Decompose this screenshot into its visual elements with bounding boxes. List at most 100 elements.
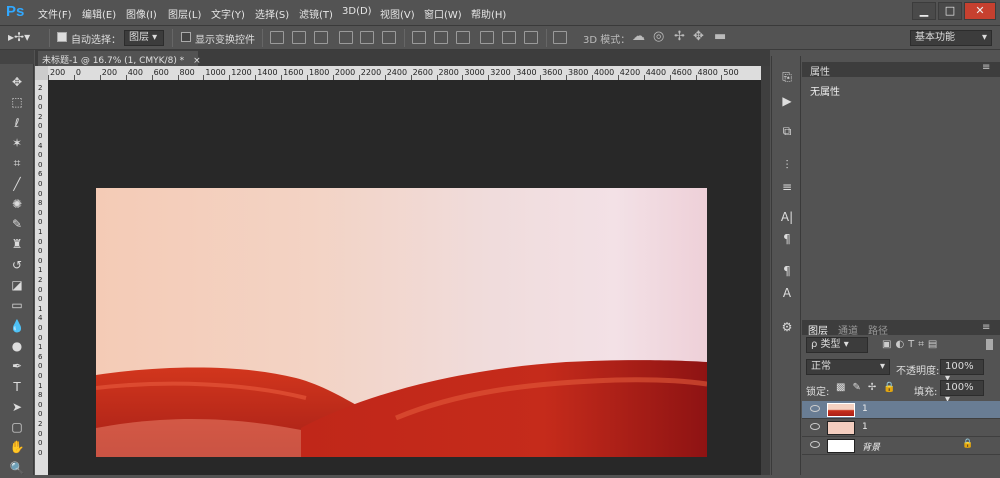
align-top-icon[interactable]: [270, 31, 284, 44]
gradient-tool-icon[interactable]: ▭: [5, 296, 29, 315]
crop-tool-icon[interactable]: ⌗: [5, 154, 29, 173]
menu-view[interactable]: 视图(V): [380, 6, 415, 21]
path-selection-tool-icon[interactable]: ➤: [5, 398, 29, 417]
brush-panel-icon[interactable]: ⫶: [776, 156, 798, 174]
healing-tool-icon[interactable]: ✺: [5, 195, 29, 214]
paragraph-panel-icon[interactable]: ¶: [776, 230, 798, 248]
brush-tool-icon[interactable]: ✎: [5, 215, 29, 234]
character-panel-icon[interactable]: A|: [776, 208, 798, 226]
layer-filter-icons[interactable]: ▣◐T⌗▤: [882, 339, 941, 350]
auto-select-dropdown[interactable]: 图层 ▾: [124, 30, 164, 46]
3d-scale-icon[interactable]: ▬: [714, 29, 726, 44]
workspace-dropdown[interactable]: 基本功能 ▾: [910, 30, 992, 46]
paragraph-styles-panel-icon[interactable]: ¶: [776, 262, 798, 280]
layer-row[interactable]: 1: [802, 401, 1000, 419]
ruler-label: 0: [38, 132, 43, 140]
history-brush-tool-icon[interactable]: ↺: [5, 256, 29, 275]
close-window-button[interactable]: ✕: [964, 2, 996, 20]
move-tool-icon[interactable]: ✥: [5, 73, 29, 92]
distribute-right-icon[interactable]: [524, 31, 538, 44]
menu-window[interactable]: 窗口(W): [424, 6, 462, 21]
menu-image[interactable]: 图像(I): [126, 6, 157, 21]
close-document-icon[interactable]: ×: [193, 56, 201, 66]
brush-presets-panel-icon[interactable]: ≡: [776, 178, 798, 196]
menu-filter[interactable]: 滤镜(T): [299, 6, 333, 21]
tab-layers[interactable]: 图层: [808, 322, 828, 337]
character-styles-panel-icon[interactable]: A: [776, 284, 798, 302]
menu-file[interactable]: 文件(F): [38, 6, 72, 21]
eyedropper-tool-icon[interactable]: ╱: [5, 175, 29, 194]
ruler-label: 0: [38, 189, 43, 198]
menu-layer[interactable]: 图层(L): [168, 6, 201, 21]
menu-type[interactable]: 文字(Y): [211, 6, 245, 21]
menu-edit[interactable]: 编辑(E): [82, 6, 116, 21]
3d-roll-icon[interactable]: ◎: [653, 29, 664, 44]
layer-filter-dropdown[interactable]: ρ 类型 ▾: [806, 337, 868, 353]
distribute-top-icon[interactable]: [412, 31, 426, 44]
ruler-label: 0: [38, 295, 43, 304]
layer-name[interactable]: 1: [862, 422, 868, 432]
stamp-tool-icon[interactable]: ♜: [5, 235, 29, 254]
opacity-input[interactable]: 100% ▾: [940, 359, 984, 384]
actions-panel-icon[interactable]: ▶: [776, 92, 798, 110]
history-panel-icon[interactable]: ⎘: [776, 68, 798, 86]
marquee-tool-icon[interactable]: ⬚: [5, 93, 29, 112]
menu-help[interactable]: 帮助(H): [471, 6, 506, 21]
lock-options-icons[interactable]: ▩✎✢🔒: [836, 382, 903, 393]
shape-tool-icon[interactable]: ▢: [5, 418, 29, 437]
show-transform-checkbox[interactable]: [181, 32, 191, 42]
properties-tab[interactable]: 属性: [810, 63, 830, 78]
type-tool-icon[interactable]: T: [5, 378, 29, 397]
filter-toggle-icon[interactable]: [986, 339, 993, 350]
visibility-eye-icon[interactable]: [810, 441, 820, 448]
distribute-hcenter-icon[interactable]: [502, 31, 516, 44]
ruler-label: 8: [38, 199, 43, 208]
tab-channels[interactable]: 通道: [838, 322, 858, 337]
fill-input[interactable]: 100% ▾: [940, 380, 984, 405]
visibility-eye-icon[interactable]: [810, 405, 820, 412]
menu-3d[interactable]: 3D(D): [342, 6, 372, 17]
layer-name[interactable]: 1: [862, 404, 868, 414]
blend-mode-dropdown[interactable]: 正常 ▾: [806, 359, 890, 375]
ruler-label: 0: [38, 180, 43, 188]
align-hcenter-icon[interactable]: [360, 31, 374, 44]
move-tool-preset-icon[interactable]: ▸✢▾: [8, 30, 30, 44]
pen-tool-icon[interactable]: ✒: [5, 357, 29, 376]
document-image[interactable]: [96, 188, 707, 457]
ruler-label: 0: [38, 333, 43, 342]
document-tab[interactable]: 未标题-1 @ 16.7% (1, CMYK/8) * ×: [38, 51, 201, 66]
auto-select-checkbox[interactable]: [57, 32, 67, 42]
magic-wand-tool-icon[interactable]: ✶: [5, 134, 29, 153]
distribute-left-icon[interactable]: [480, 31, 494, 44]
align-bottom-icon[interactable]: [314, 31, 328, 44]
hand-tool-icon[interactable]: ✋: [5, 438, 29, 457]
align-vcenter-icon[interactable]: [292, 31, 306, 44]
lasso-tool-icon[interactable]: ℓ: [5, 114, 29, 133]
blur-tool-icon[interactable]: 💧: [5, 317, 29, 336]
menu-select[interactable]: 选择(S): [255, 6, 289, 21]
distribute-vcenter-icon[interactable]: [434, 31, 448, 44]
vertical-scrollbar[interactable]: [761, 66, 770, 475]
clone-source-panel-icon[interactable]: ⧉: [776, 122, 798, 140]
align-left-icon[interactable]: [339, 31, 353, 44]
panel-menu-icon[interactable]: ≡: [982, 62, 990, 73]
red-silk-artwork: [96, 360, 707, 457]
vertical-ruler: 200200400600800100012001400160018002000: [35, 80, 48, 475]
layer-row[interactable]: 1: [802, 419, 1000, 437]
layers-panel-menu-icon[interactable]: ≡: [982, 322, 990, 333]
distribute-bottom-icon[interactable]: [456, 31, 470, 44]
align-right-icon[interactable]: [382, 31, 396, 44]
layer-name[interactable]: 背景: [862, 440, 880, 453]
3d-rotate-icon[interactable]: ☁: [632, 29, 645, 44]
maximize-button[interactable]: □: [938, 2, 962, 20]
visibility-eye-icon[interactable]: [810, 423, 820, 430]
3d-pan-icon[interactable]: ✢: [674, 29, 685, 44]
dodge-tool-icon[interactable]: ●: [5, 337, 29, 356]
eraser-tool-icon[interactable]: ◪: [5, 276, 29, 295]
auto-align-icon[interactable]: [553, 31, 567, 44]
minimize-button[interactable]: ▁: [912, 2, 936, 20]
tab-paths[interactable]: 路径: [868, 322, 888, 337]
3d-slide-icon[interactable]: ✥: [693, 29, 704, 44]
tool-presets-panel-icon[interactable]: ⚙: [776, 318, 798, 336]
layer-row[interactable]: 背景 🔒: [802, 437, 1000, 455]
